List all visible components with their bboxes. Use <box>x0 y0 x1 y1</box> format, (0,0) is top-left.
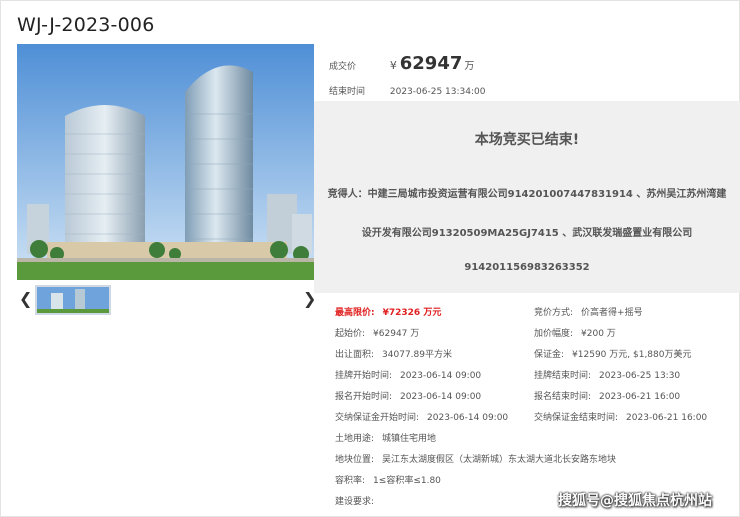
deposit-value: ¥12590 万元, $1,880万美元 <box>572 350 692 360</box>
list-end-value: 2023-06-25 13:30 <box>599 371 681 381</box>
reg-start-label: 报名开始时间: <box>335 392 393 402</box>
reg-end-label: 报名结束时间: <box>534 392 592 402</box>
reg-end-value: 2023-06-21 16:00 <box>599 392 681 402</box>
increment-item: 加价幅度: ¥200 万 <box>534 326 616 339</box>
location-value: 吴江东太湖度假区（太湖新城）东太湖大道北长安路东地块 <box>382 455 617 465</box>
land-use-label: 土地用途: <box>335 434 375 444</box>
building-rendering-image <box>17 44 314 280</box>
land-use-value: 城镇住宅用地 <box>382 434 437 444</box>
list-end-label: 挂牌结束时间: <box>534 371 592 381</box>
location-item: 地块位置: 吴江东太湖度假区（太湖新城）东太湖大道北长安路东地块 <box>335 452 616 465</box>
area-label: 出让面积: <box>335 350 375 360</box>
auction-ended-title: 本场竞买已结束! <box>474 132 580 148</box>
increment-label: 加价幅度: <box>534 329 574 339</box>
lot-photo[interactable] <box>17 44 314 280</box>
requirements-label: 建设要求: <box>335 497 375 507</box>
list-start-item: 挂牌开始时间: 2023-06-14 09:00 <box>335 368 481 381</box>
start-price-value: ¥62947 万 <box>373 329 420 339</box>
land-use-item: 土地用途: 城镇住宅用地 <box>335 431 436 444</box>
deposit-end-label: 交纳保证金结束时间: <box>534 413 619 423</box>
far-value: 1≤容积率≤1.80 <box>373 476 441 486</box>
end-time-value: 2023-06-25 13:34:00 <box>389 87 486 97</box>
winner-line-1: 竞得人：中建三局城市投资运营有限公司914201007447831914 、苏州… <box>327 189 727 200</box>
currency-symbol: ¥ <box>389 59 397 72</box>
location-label: 地块位置: <box>335 455 375 465</box>
thumbnail-strip: ❮ ❯ <box>17 283 316 317</box>
requirements-item: 建设要求: <box>335 494 382 507</box>
deposit-start-label: 交纳保证金开始时间: <box>335 413 420 423</box>
max-price-label: 最高限价: <box>335 308 375 318</box>
bid-method-value: 价高者得+摇号 <box>581 308 643 318</box>
reg-start-item: 报名开始时间: 2023-06-14 09:00 <box>335 389 481 402</box>
deposit-start-item: 交纳保证金开始时间: 2023-06-14 09:00 <box>335 410 508 423</box>
deposit-end-item: 交纳保证金结束时间: 2023-06-21 16:00 <box>534 410 707 423</box>
max-price-item: 最高限价: ¥72326 万元 <box>335 305 441 318</box>
bid-method-item: 竞价方式: 价高者得+摇号 <box>534 305 643 318</box>
bid-method-label: 竞价方式: <box>534 308 574 318</box>
area-item: 出让面积: 34077.89平方米 <box>335 347 452 360</box>
auction-ended-panel: 本场竞买已结束! 竞得人：中建三局城市投资运营有限公司9142010074478… <box>314 101 740 293</box>
far-item: 容积率: 1≤容积率≤1.80 <box>335 473 441 486</box>
list-start-label: 挂牌开始时间: <box>335 371 393 381</box>
prev-arrow-icon[interactable]: ❮ <box>19 291 32 307</box>
list-start-value: 2023-06-14 09:00 <box>400 371 482 381</box>
deposit-start-value: 2023-06-14 09:00 <box>427 413 509 423</box>
winner-line-2: 设开发有限公司91320509MA25GJ7415 、武汉联发瑞盛置业有限公司 <box>361 228 693 239</box>
winner-line-3: 914201156983263352 <box>464 262 590 273</box>
max-price-value: ¥72326 万元 <box>382 308 442 318</box>
area-value: 34077.89平方米 <box>382 350 452 360</box>
lot-code-title: WJ-J-2023-006 <box>17 14 155 36</box>
watermark-text: 搜狐号@搜狐焦点杭州站 <box>558 493 712 509</box>
far-label: 容积率: <box>335 476 366 486</box>
start-price-label: 起始价: <box>335 329 366 339</box>
reg-start-value: 2023-06-14 09:00 <box>400 392 482 402</box>
deposit-label: 保证金: <box>534 350 565 360</box>
deal-price-unit: 万 <box>464 61 475 72</box>
deposit-end-value: 2023-06-21 16:00 <box>626 413 708 423</box>
list-end-item: 挂牌结束时间: 2023-06-25 13:30 <box>534 368 680 381</box>
start-price-item: 起始价: ¥62947 万 <box>335 326 419 339</box>
price-summary: 成交价 ¥ 62947 万 结束时间 2023-06-25 13:34:00 <box>314 44 740 102</box>
thumbnail-1[interactable] <box>35 285 111 315</box>
deal-price-value: 62947 <box>399 53 463 74</box>
deal-price-row: 成交价 ¥ 62947 万 <box>329 53 474 74</box>
end-time-row: 结束时间 2023-06-25 13:34:00 <box>329 84 485 97</box>
end-time-label: 结束时间 <box>329 87 366 97</box>
increment-value: ¥200 万 <box>581 329 616 339</box>
deposit-item: 保证金: ¥12590 万元, $1,880万美元 <box>534 347 691 360</box>
thumbnail-image <box>37 287 109 313</box>
next-arrow-icon[interactable]: ❯ <box>303 291 316 307</box>
deal-price-label: 成交价 <box>329 62 357 72</box>
reg-end-item: 报名结束时间: 2023-06-21 16:00 <box>534 389 680 402</box>
